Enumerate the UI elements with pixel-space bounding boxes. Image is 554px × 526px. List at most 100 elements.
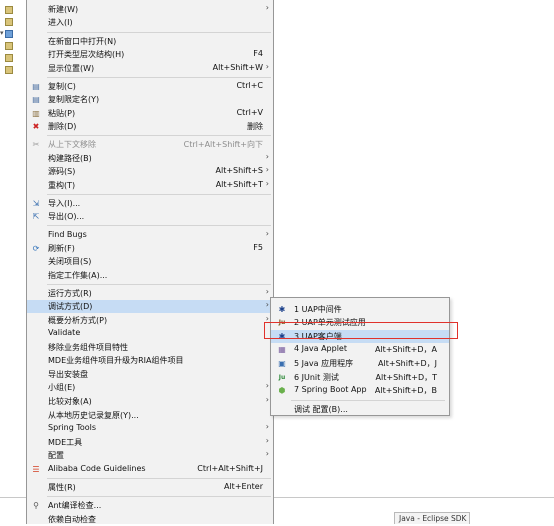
submenu-item-label: 7 Spring Boot App: [294, 385, 367, 394]
copy-icon: ▤: [32, 82, 40, 91]
chevron-right-icon: ›: [265, 300, 269, 309]
submenu-item[interactable]: ▣ 5 Java 应用程序 Alt+Shift+D，J: [271, 357, 449, 370]
submenu-item[interactable]: ▦ 4 Java Applet Alt+Shift+D，A: [271, 343, 449, 356]
menu-item: ✂ 从上下文移除 Ctrl+Alt+Shift+向下: [27, 138, 273, 151]
menu-item[interactable]: ☰ Alibaba Code Guidelines Ctrl+Alt+Shift+J: [27, 463, 273, 476]
menu-item[interactable]: 在新窗口中打开(N): [27, 35, 273, 48]
project-icon: [5, 30, 13, 38]
menu-item-label: 刷新(F): [48, 244, 75, 253]
menu-item-label: 进入(I): [48, 18, 73, 27]
menu-item-shortcut: Ctrl+Alt+Shift+J: [197, 464, 263, 473]
package-icon: [5, 18, 13, 26]
tree-node[interactable]: [2, 18, 28, 28]
chevron-right-icon: ›: [265, 165, 269, 174]
package-icon: [5, 6, 13, 14]
menu-item[interactable]: 构建路径(B) ›: [27, 152, 273, 165]
window-title-tab[interactable]: Java - Eclipse SDK: [394, 512, 470, 524]
submenu-item-label: 调试 配置(B)...: [294, 405, 348, 414]
menu-item-shortcut: Alt+Shift+S: [215, 166, 264, 175]
submenu-item-label: 1 UAP中间件: [294, 305, 342, 314]
menu-item-label: 小组(E): [48, 383, 76, 392]
menu-item-label: MDE工具: [48, 438, 83, 447]
alibaba-icon: ☰: [32, 465, 40, 474]
submenu-item-shortcut: Alt+Shift+D，A: [374, 345, 437, 354]
chevron-right-icon: ›: [265, 179, 269, 188]
menu-item-shortcut: F4: [253, 49, 263, 58]
menu-item-shortcut: F5: [253, 243, 263, 252]
menu-item-label: 调试方式(D): [48, 302, 93, 311]
submenu-item[interactable]: ✱ 1 UAP中间件: [271, 303, 449, 316]
submenu-item[interactable]: Ju 6 JUnit 测试 Alt+Shift+D，T: [271, 371, 449, 384]
menu-item[interactable]: Spring Tools ›: [27, 422, 273, 435]
submenu-item[interactable]: ⬢ 7 Spring Boot App Alt+Shift+D，B: [271, 384, 449, 397]
uap-run-icon: ✱: [278, 305, 286, 314]
chevron-down-icon[interactable]: ▾: [0, 29, 4, 37]
chevron-right-icon: ›: [265, 229, 269, 238]
menu-separator: [47, 225, 271, 226]
menu-item[interactable]: ⚲ Ant编译检查...: [27, 499, 273, 512]
menu-item[interactable]: 运行方式(R) ›: [27, 287, 273, 300]
menu-item-shortcut: Ctrl+V: [236, 108, 263, 117]
menu-item[interactable]: MDE业务组件项目升级为RIA组件项目: [27, 354, 273, 367]
menu-item[interactable]: MDE工具 ›: [27, 436, 273, 449]
menu-item[interactable]: ✖ 删除(D) 删除: [27, 120, 273, 133]
menu-item-label: 删除(D): [48, 122, 77, 131]
menu-item[interactable]: 关闭项目(S): [27, 255, 273, 268]
applet-icon: ▦: [278, 345, 286, 354]
menu-item[interactable]: 配置 ›: [27, 449, 273, 462]
menu-item[interactable]: 概要分析方式(P) ›: [27, 314, 273, 327]
menu-item[interactable]: 打开类型层次结构(H) F4: [27, 48, 273, 61]
spring-boot-icon: ⬢: [278, 386, 286, 395]
menu-item[interactable]: 比较对象(A) ›: [27, 395, 273, 408]
menu-separator: [47, 284, 271, 285]
menu-item-label: 重构(T): [48, 181, 76, 190]
tree-node[interactable]: ▾: [0, 29, 28, 40]
menu-item[interactable]: ▥ 粘贴(P) Ctrl+V: [27, 107, 273, 120]
menu-item-label: 依赖自动检查: [48, 515, 96, 524]
annotation-highlight-box: [264, 322, 458, 339]
package-icon: [5, 66, 13, 74]
tree-node[interactable]: [2, 42, 28, 52]
menu-item-label: 运行方式(R): [48, 289, 92, 298]
menu-item[interactable]: ▤ 复制限定名(Y): [27, 93, 273, 106]
menu-separator: [47, 135, 271, 136]
java-app-icon: ▣: [278, 359, 286, 368]
menu-item[interactable]: 依赖自动检查: [27, 513, 273, 526]
menu-separator: [47, 77, 271, 78]
menu-item-label: 移除业务组件项目特性: [48, 343, 128, 352]
menu-item[interactable]: 导出安装盘: [27, 368, 273, 381]
submenu-item[interactable]: 调试 配置(B)...: [271, 403, 449, 416]
menu-item[interactable]: ⇱ 导出(O)...: [27, 210, 273, 223]
menu-item[interactable]: Find Bugs ›: [27, 229, 273, 242]
menu-item[interactable]: ⟳ 刷新(F) F5: [27, 242, 273, 255]
menu-item[interactable]: 小组(E) ›: [27, 381, 273, 394]
chevron-right-icon: ›: [265, 287, 269, 296]
menu-item-shortcut: Ctrl+C: [236, 81, 263, 90]
menu-item[interactable]: 显示位置(W) Alt+Shift+W ›: [27, 62, 273, 75]
menu-item[interactable]: Validate: [27, 327, 273, 340]
delete-icon: ✖: [32, 122, 40, 131]
tree-node[interactable]: [2, 6, 28, 16]
menu-item-shortcut: Ctrl+Alt+Shift+向下: [183, 140, 263, 149]
tree-node[interactable]: [2, 66, 28, 76]
menu-item[interactable]: 属性(R) Alt+Enter: [27, 481, 273, 494]
chevron-right-icon: ›: [265, 3, 269, 12]
menu-item[interactable]: 从本地历史记录复原(Y)...: [27, 409, 273, 422]
menu-item[interactable]: ▤ 复制(C) Ctrl+C: [27, 80, 273, 93]
menu-item-shortcut: 删除: [247, 122, 263, 131]
menu-item-label: Alibaba Code Guidelines: [48, 464, 146, 473]
menu-item[interactable]: 重构(T) Alt+Shift+T ›: [27, 179, 273, 192]
remove-context-icon: ✂: [32, 140, 40, 149]
chevron-right-icon: ›: [265, 449, 269, 458]
chevron-right-icon: ›: [265, 381, 269, 390]
menu-item[interactable]: 调试方式(D) ›: [27, 300, 273, 313]
menu-item[interactable]: 指定工作集(A)...: [27, 269, 273, 282]
menu-item-shortcut: Alt+Enter: [223, 482, 263, 491]
menu-item[interactable]: 进入(I): [27, 16, 273, 29]
menu-item[interactable]: 源码(S) Alt+Shift+S ›: [27, 165, 273, 178]
junit-icon: Ju: [278, 374, 286, 381]
menu-item[interactable]: 新建(W) ›: [27, 3, 273, 16]
menu-item[interactable]: ⇲ 导入(I)...: [27, 197, 273, 210]
menu-item[interactable]: 移除业务组件项目特性: [27, 341, 273, 354]
tree-node[interactable]: [2, 54, 28, 64]
